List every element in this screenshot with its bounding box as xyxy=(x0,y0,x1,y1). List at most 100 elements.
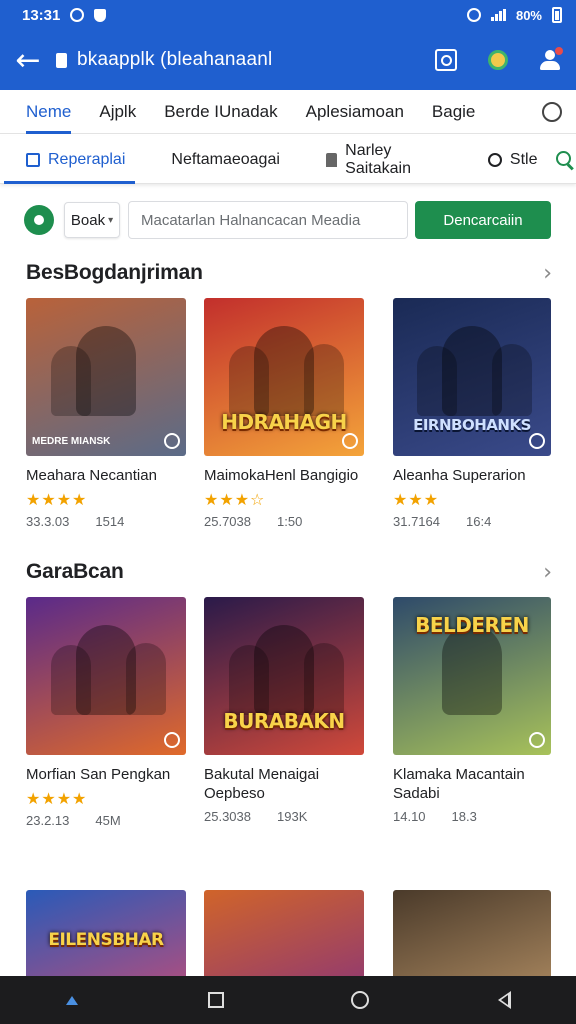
account-button[interactable] xyxy=(528,90,576,134)
game-logo: EILENSBHAR xyxy=(48,930,164,950)
status-time: 13:31 xyxy=(22,6,61,24)
tab-style[interactable]: Stle xyxy=(478,136,548,184)
download-count: 14.10 xyxy=(393,809,426,824)
app-bar: ← bkaapplk (bleahanaanl xyxy=(0,30,576,90)
search-scope-label: Boak xyxy=(70,211,106,229)
search-toggle-button[interactable] xyxy=(553,136,576,184)
chevron-down-icon: ▾ xyxy=(108,214,114,226)
thumbnail-caption xyxy=(32,731,180,749)
tab-top-label: Narley Saitakain xyxy=(345,141,411,177)
app-card[interactable]: EIRNBOHANKS Aleanha Superarion ★★★ 31.71… xyxy=(393,298,553,529)
app-size: 45M xyxy=(95,813,121,828)
section-title: BesBogdanjriman xyxy=(26,261,203,284)
overlay-icon xyxy=(342,433,358,449)
app-card[interactable]: BELDEREN Klamaka Macantain Sadabi 14.10 1… xyxy=(393,597,553,824)
user-icon xyxy=(539,47,563,71)
app-title: Aleanha Superarion xyxy=(393,467,526,484)
search-scope-dropdown[interactable]: Boak ▾ xyxy=(64,202,120,238)
system-nav-bar xyxy=(0,976,576,1024)
tab-top[interactable]: Narley Saitakain xyxy=(316,136,440,184)
tab-style-label: Stle xyxy=(509,150,538,168)
home-button[interactable] xyxy=(330,976,390,1024)
app-thumbnail: BURABAKN xyxy=(204,597,364,755)
thumbnail-caption-text: MEDRE MIANSK xyxy=(32,435,111,447)
game-logo: BELDEREN xyxy=(415,613,529,637)
download-count: 25.3038 xyxy=(204,809,251,824)
thumbnail-caption: MEDRE MIANSK xyxy=(32,432,180,450)
location-button[interactable] xyxy=(24,205,54,235)
search-button[interactable]: Dencarcaiin xyxy=(415,201,551,239)
package-icon xyxy=(325,152,338,167)
nav-up-button[interactable] xyxy=(42,976,102,1024)
search-row: Boak▾ Dencarcaiin xyxy=(24,200,552,240)
app-thumbnail: MEDRE MIANSK xyxy=(26,298,186,456)
recents-button[interactable] xyxy=(186,976,246,1024)
character-figure xyxy=(491,344,532,416)
chevron-right-icon[interactable]: › xyxy=(543,560,552,585)
app-thumbnail: HDRAHAGH xyxy=(204,298,364,456)
back-button[interactable]: ← xyxy=(0,30,56,90)
profile-button[interactable] xyxy=(524,30,576,90)
app-title: Klamaka Macantain xyxy=(393,766,525,783)
document-icon xyxy=(56,52,67,68)
chevron-right-icon[interactable]: › xyxy=(543,261,552,286)
camera-icon xyxy=(435,49,457,71)
tab-apps[interactable]: Ajplk xyxy=(85,90,150,134)
back-arrow-icon: ← xyxy=(15,42,41,78)
notification-icon xyxy=(70,8,85,22)
tab-recommended[interactable]: Reperaplai xyxy=(0,136,136,184)
overlay-icon xyxy=(164,732,180,748)
lightbulb-icon xyxy=(488,50,508,70)
app-size: 1:50 xyxy=(277,514,303,529)
account-icon xyxy=(542,101,562,122)
app-size: 193K xyxy=(277,809,308,824)
character-figure xyxy=(442,625,502,715)
search-input[interactable] xyxy=(128,201,408,239)
character-figure xyxy=(126,643,166,715)
battery-icon xyxy=(552,7,562,23)
recents-icon xyxy=(208,992,224,1008)
app-title: Morfian San Pengkan xyxy=(26,766,171,783)
app-card[interactable]: HDRAHAGH MaimokaHenl Bangigio ★★★☆ 25.70… xyxy=(204,298,364,529)
home-icon xyxy=(351,991,369,1009)
tab-recommended-label: Reperaplai xyxy=(48,150,126,168)
rating-stars: ★★★★ xyxy=(26,789,88,808)
tab-home[interactable]: Neme xyxy=(0,90,85,134)
app-subtitle: Sadabi xyxy=(393,785,440,802)
tab-new[interactable]: Neftamaeoagai xyxy=(161,136,290,184)
thumbnail-caption xyxy=(399,731,545,749)
app-title: bkaapplk (bleahanaanl xyxy=(77,49,273,70)
tab-new-label: Neftamaeoagai xyxy=(171,150,280,168)
overlay-icon xyxy=(529,433,545,449)
character-figure xyxy=(304,643,344,715)
location-icon xyxy=(34,215,44,225)
thumbnail-caption xyxy=(210,432,358,450)
app-card[interactable]: BURABAKN Bakutal Menaigai Oepbeso 25.303… xyxy=(204,597,364,824)
section-header[interactable]: BesBogdanjriman › xyxy=(26,258,552,288)
secondary-tabs: Reperaplai Neftamaeoagai Narley Saitakai… xyxy=(0,136,576,184)
ideas-button[interactable] xyxy=(472,30,524,90)
app-card[interactable]: Morfian San Pengkan ★★★★ 23.2.13 45M xyxy=(26,597,186,828)
character-figure xyxy=(76,326,136,416)
app-card[interactable]: MEDRE MIANSK Meahara Necantian ★★★★ 33.3… xyxy=(26,298,186,529)
search-icon xyxy=(555,150,574,169)
notification-dot xyxy=(555,47,563,55)
app-title: MaimokaHenl Bangigio xyxy=(204,467,359,484)
back-nav-button[interactable] xyxy=(474,976,534,1024)
tab-pages[interactable]: Bagie xyxy=(418,90,489,134)
download-count: 31.7164 xyxy=(393,514,440,529)
rating-stars: ★★★ xyxy=(393,490,440,509)
app-title: Meahara Necantian xyxy=(26,467,157,484)
tab-applications[interactable]: Aplesiamoan xyxy=(292,90,418,134)
back-icon xyxy=(497,991,511,1009)
screenshot-button[interactable] xyxy=(420,30,472,90)
app-size: 16:4 xyxy=(466,514,492,529)
section-header[interactable]: GaraBcan › xyxy=(26,557,552,587)
overlay-icon xyxy=(164,433,180,449)
download-count: 23.2.13 xyxy=(26,813,70,828)
tab-browse[interactable]: Berde IUnadak xyxy=(150,90,291,134)
game-logo: HDRAHAGH xyxy=(221,410,347,434)
app-size: 18.3 xyxy=(451,809,477,824)
app-thumbnail xyxy=(26,597,186,755)
app-thumbnail: BELDEREN xyxy=(393,597,551,755)
